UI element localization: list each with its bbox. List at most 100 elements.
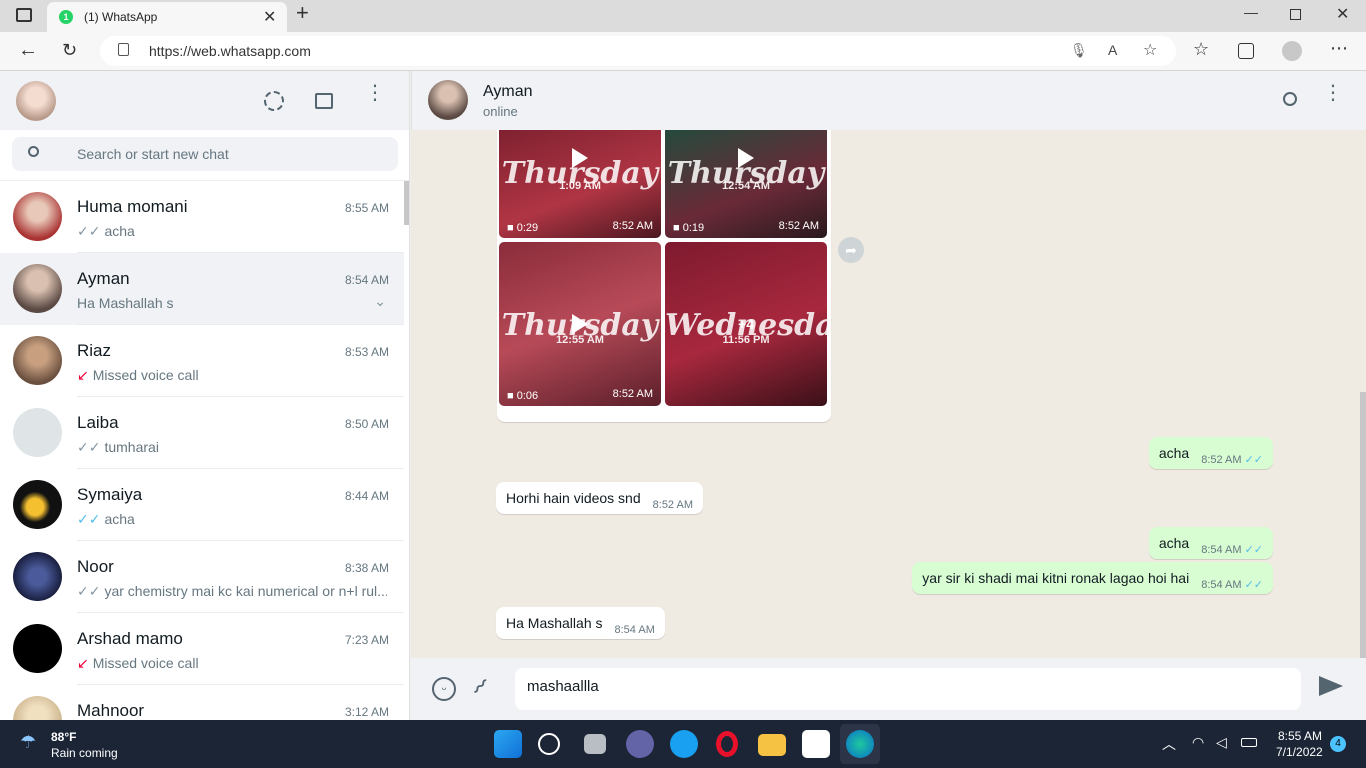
message-bubble-out[interactable]: acha 8:52 AM ✓✓ xyxy=(1148,437,1273,469)
browser-tab-whatsapp[interactable]: 1 (1) WhatsApp ✕ xyxy=(47,2,287,32)
close-tab-icon[interactable]: ✕ xyxy=(263,7,276,27)
chat-avatar xyxy=(13,696,62,720)
video-tile[interactable]: Thursday 12:54 AM ■ 0:19 8:52 AM xyxy=(665,130,827,238)
edge-icon[interactable] xyxy=(846,730,874,758)
read-aloud-icon[interactable]: A xyxy=(1108,42,1117,58)
help-icon[interactable] xyxy=(670,730,698,758)
chat-avatar xyxy=(13,480,62,529)
windows-taskbar: ☂ 88°F Rain coming ︿ ◠ ◁ 8:55 AM 7/1/202… xyxy=(0,720,1366,768)
search-input[interactable]: Search or start new chat xyxy=(12,137,398,171)
chat-list-item[interactable]: Ayman 8:54 AM Ha Mashallah s ⌄ xyxy=(0,253,404,325)
profile-avatar[interactable] xyxy=(1282,41,1302,61)
search-messages-icon[interactable] xyxy=(1283,92,1297,106)
video-tile[interactable]: Wednesday11:56 PM+4 xyxy=(665,242,827,406)
new-chat-icon[interactable] xyxy=(315,93,333,109)
chat-last-message-text: acha xyxy=(104,223,135,239)
chat-list-item[interactable]: Riaz 8:53 AM ↙ Missed voice call xyxy=(0,325,404,397)
message-meta: 8:54 AM xyxy=(615,624,655,636)
message-bubble-in[interactable]: Horhi hain videos snd 8:52 AM xyxy=(496,482,703,514)
close-window-icon[interactable]: ✕ xyxy=(1336,7,1349,23)
chat-list-item[interactable]: Laiba 8:50 AM ✓✓ tumharai xyxy=(0,397,404,469)
message-input[interactable]: mashaallla xyxy=(515,668,1301,710)
back-icon[interactable]: ← xyxy=(18,40,38,60)
minimize-icon[interactable]: — xyxy=(1244,4,1258,20)
message-bubble-out[interactable]: yar sir ki shadi mai kitni ronak lagao h… xyxy=(912,562,1273,594)
chat-list-scrollbar[interactable] xyxy=(404,181,409,225)
chat-list-item[interactable]: Huma momani 8:55 AM ✓✓ acha xyxy=(0,181,404,253)
chat-list-item[interactable]: Mahnoor 3:12 AM xyxy=(0,685,404,720)
chat-list-item[interactable]: Symaiya 8:44 AM ✓✓ acha xyxy=(0,469,404,541)
chevron-down-icon[interactable]: ⌄ xyxy=(374,293,386,310)
collections-icon[interactable] xyxy=(1238,43,1254,59)
message-area-scrollbar[interactable] xyxy=(1360,392,1366,658)
send-icon[interactable] xyxy=(1319,676,1343,696)
video-camera-icon: ■ xyxy=(507,222,517,234)
status-icon[interactable] xyxy=(264,91,284,111)
refresh-icon[interactable]: ↻ xyxy=(62,41,77,59)
contact-avatar[interactable] xyxy=(428,80,468,120)
teams-chat-icon[interactable] xyxy=(626,730,654,758)
chat-last-message: ↙ Missed voice call xyxy=(77,655,387,672)
battery-icon[interactable] xyxy=(1241,738,1257,747)
chat-last-message-text: Ha Mashallah s xyxy=(77,295,174,311)
new-tab-icon[interactable]: + xyxy=(296,2,309,24)
chat-time: 3:12 AM xyxy=(344,705,389,719)
chat-avatar xyxy=(13,336,62,385)
video-tile[interactable]: Thursday 1:09 AM ■ 0:29 8:52 AM xyxy=(499,130,661,238)
emoji-icon[interactable]: ᵕ xyxy=(432,677,456,701)
clock-date[interactable]: 7/1/2022 xyxy=(1276,745,1323,759)
conversation-menu-icon[interactable]: ⋮ xyxy=(1323,83,1343,103)
video-camera-icon: ■ xyxy=(673,222,683,234)
video-camera-icon: ■ xyxy=(507,390,517,402)
opera-icon[interactable] xyxy=(716,731,738,757)
weather-temp[interactable]: 88°F xyxy=(51,730,76,744)
notification-badge[interactable]: 4 xyxy=(1330,736,1346,752)
message-bubble-out[interactable]: acha 8:54 AM ✓✓ xyxy=(1148,527,1273,559)
message-time: 8:54 AM xyxy=(1201,579,1242,591)
volume-icon[interactable]: ◁ xyxy=(1216,734,1227,751)
chat-list-header: ⋮ xyxy=(0,71,409,130)
chat-last-message: ↙ Missed voice call xyxy=(77,367,387,384)
video-timestamp: 8:52 AM xyxy=(612,388,653,400)
play-icon[interactable] xyxy=(738,148,754,168)
file-explorer-icon[interactable] xyxy=(758,734,786,756)
store-icon[interactable] xyxy=(802,730,830,758)
message-time: 8:52 AM xyxy=(652,499,693,511)
weather-desc[interactable]: Rain coming xyxy=(51,746,118,760)
chevron-up-icon[interactable]: ︿ xyxy=(1162,734,1176,754)
tab-actions-icon[interactable] xyxy=(16,8,32,22)
search-taskbar-icon[interactable] xyxy=(538,733,560,755)
chat-avatar xyxy=(13,624,62,673)
chat-list-panel: ⋮ Search or start new chat Huma momani 8:… xyxy=(0,71,410,720)
chat-last-message: ✓✓ yar chemistry mai kc kai numerical or … xyxy=(77,583,387,600)
favorites-icon[interactable]: ☆ xyxy=(1193,40,1209,58)
message-meta: 8:52 AM xyxy=(653,499,693,511)
menu-icon[interactable]: ⋮ xyxy=(365,83,385,103)
attach-icon[interactable]: ⌇ xyxy=(466,674,492,700)
add-favorite-icon[interactable]: ☆ xyxy=(1143,40,1157,60)
contact-name[interactable]: Ayman xyxy=(483,83,533,101)
settings-more-icon[interactable]: ⋯ xyxy=(1330,39,1348,57)
wifi-icon[interactable]: ◠ xyxy=(1192,734,1204,751)
message-bubble-in[interactable]: Ha Mashallah s 8:54 AM xyxy=(496,607,665,639)
url-bar[interactable]: https://web.whatsapp.com 🎙 A ☆ xyxy=(100,36,1176,66)
play-icon[interactable] xyxy=(572,148,588,168)
chat-list-item[interactable]: Arshad mamo 7:23 AM ↙ Missed voice call xyxy=(0,613,404,685)
my-avatar[interactable] xyxy=(16,81,56,121)
weather-icon[interactable]: ☂ xyxy=(20,732,36,753)
restore-icon[interactable] xyxy=(1290,9,1301,20)
whatsapp-favicon-icon: 1 xyxy=(59,10,73,24)
video-duration-text: 0:06 xyxy=(516,390,539,402)
play-icon[interactable] xyxy=(572,314,588,334)
video-timestamp: 8:52 AM xyxy=(778,220,819,232)
clock-time[interactable]: 8:55 AM xyxy=(1278,729,1322,743)
media-album: Thursday 1:09 AM ■ 0:29 8:52 AM Thursday 12:… xyxy=(497,130,831,422)
task-view-icon[interactable] xyxy=(584,734,606,754)
tile-overlay-time: 12:54 AM xyxy=(722,180,770,192)
forward-icon[interactable]: ➦ xyxy=(838,237,864,263)
start-icon[interactable] xyxy=(494,730,522,758)
microphone-icon[interactable]: 🎙 xyxy=(1070,42,1088,59)
video-tile[interactable]: Thursday 12:55 AM ■ 0:06 8:52 AM xyxy=(499,242,661,406)
message-meta: 8:54 AM ✓✓ xyxy=(1201,579,1263,591)
chat-list-item[interactable]: Noor 8:38 AM ✓✓ yar chemistry mai kc kai nu… xyxy=(0,541,404,613)
